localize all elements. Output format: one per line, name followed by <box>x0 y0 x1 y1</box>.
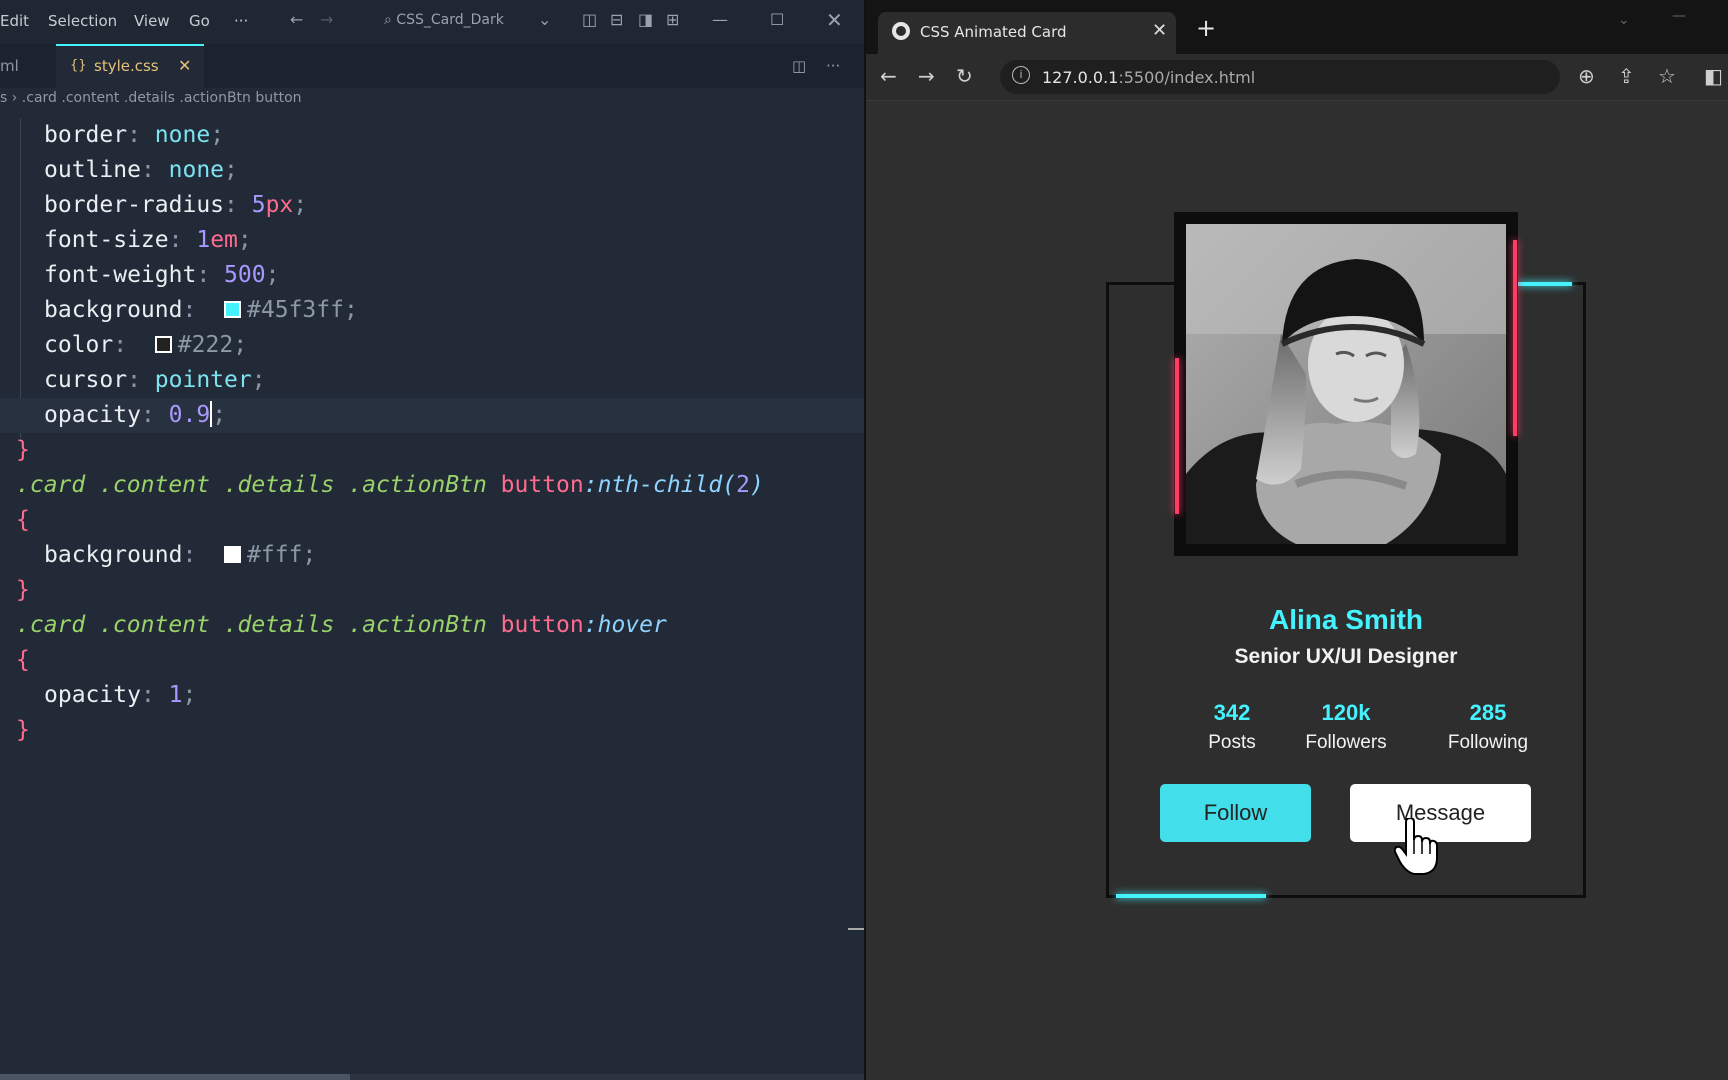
back-arrow-icon[interactable]: ← <box>290 10 303 29</box>
browser-window: CSS Animated Card ✕ + ⌄ — ← → ↻ i 127.0.… <box>864 0 1728 1080</box>
search-icon: ⌕ <box>384 12 392 28</box>
stat-value: 120k <box>1321 700 1371 725</box>
profile-role: Senior UX/UI Designer <box>1234 645 1458 668</box>
menu-edit[interactable]: Edit <box>0 12 29 30</box>
stat-label: Followers <box>1305 732 1387 753</box>
profile-photo <box>1186 224 1506 544</box>
code-line: border-radius: 5px; <box>44 192 308 218</box>
globe-icon <box>892 22 910 40</box>
minimize-icon[interactable]: — <box>712 10 728 29</box>
close-window-icon[interactable]: ✕ <box>826 8 843 32</box>
browser-tab-title: CSS Animated Card <box>920 23 1067 41</box>
stat-label: Following <box>1447 732 1529 753</box>
code-line: } <box>16 437 30 463</box>
breadcrumb[interactable]: s › .card .content .details .actionBtn b… <box>0 90 864 114</box>
toggle-sidebar-icon[interactable]: ◫ <box>582 10 597 29</box>
toggle-panel-icon[interactable]: ⊟ <box>610 10 623 29</box>
menu-selection[interactable]: Selection <box>48 12 117 30</box>
tab-style-css[interactable]: {} style.css ✕ <box>56 44 204 88</box>
close-tab-icon[interactable]: ✕ <box>178 46 191 86</box>
message-button[interactable]: Message <box>1350 784 1531 842</box>
star-icon[interactable]: ☆ <box>1658 64 1676 88</box>
code-area[interactable]: border: none; outline: none; border-radi… <box>0 118 864 758</box>
info-icon[interactable]: i <box>1012 66 1030 84</box>
code-line: font-size: 1em; <box>44 227 252 253</box>
code-line: { <box>16 647 30 673</box>
toggle-secondary-sidebar-icon[interactable]: ◨ <box>638 10 653 29</box>
code-line: .card .content .details .actionBtn butto… <box>16 472 764 498</box>
code-line: outline: none; <box>44 157 238 183</box>
menu-go[interactable]: Go <box>189 12 210 30</box>
profile-photo-illustration <box>1186 224 1506 544</box>
tab-style-css-label: style.css <box>94 57 159 75</box>
chevron-down-icon[interactable]: ⌄ <box>538 10 551 29</box>
forward-arrow-icon[interactable]: → <box>918 64 935 88</box>
code-line: background: #45f3ff; <box>44 297 358 323</box>
maximize-icon[interactable]: ☐ <box>770 10 784 29</box>
code-line: border: none; <box>44 122 225 148</box>
new-tab-icon[interactable]: + <box>1196 14 1216 42</box>
menu-more[interactable]: ··· <box>234 12 248 30</box>
forward-arrow-icon[interactable]: → <box>320 10 333 29</box>
breadcrumb-path: s › .card .content .details .actionBtn b… <box>0 90 302 106</box>
minimize-icon[interactable]: — <box>1672 8 1686 24</box>
menu-bar: Edit Selection View Go ··· ← → ⌕ CSS_Car… <box>0 0 864 44</box>
code-line: font-weight: 500; <box>44 262 280 288</box>
code-line: { <box>16 507 30 533</box>
zoom-icon[interactable]: ⊕ <box>1578 64 1595 88</box>
code-editor: Edit Selection View Go ··· ← → ⌕ CSS_Car… <box>0 0 864 1080</box>
sidebar-icon[interactable]: ◧ <box>1704 64 1723 88</box>
back-arrow-icon[interactable]: ← <box>880 64 897 88</box>
scrollbar-marker <box>848 928 864 930</box>
command-center[interactable]: ⌕ CSS_Card_Dark <box>384 12 504 28</box>
close-tab-icon[interactable]: ✕ <box>1152 20 1167 41</box>
hand-cursor-icon <box>1394 818 1438 875</box>
code-line: } <box>16 717 30 743</box>
card-glow-accent <box>1518 282 1572 286</box>
image-glow-accent <box>1513 240 1517 436</box>
address-bar[interactable]: i 127.0.0.1:5500/index.html <box>1000 60 1560 94</box>
css-file-icon: {} <box>70 58 87 73</box>
browser-tab[interactable]: CSS Animated Card ✕ <box>878 12 1176 54</box>
code-line: color: #222; <box>44 332 248 358</box>
tab-html[interactable]: ml <box>0 44 40 88</box>
card-glow-accent <box>1116 894 1266 898</box>
code-line: cursor: pointer; <box>44 367 266 393</box>
stat-value: 285 <box>1469 700 1507 725</box>
profile-name: Alina Smith <box>1268 604 1423 635</box>
more-actions-icon[interactable]: ··· <box>826 44 840 88</box>
tab-html-label: ml <box>0 57 19 75</box>
chevron-down-icon[interactable]: ⌄ <box>1618 12 1630 28</box>
image-glow-accent <box>1175 358 1179 514</box>
color-swatch[interactable] <box>224 546 242 563</box>
browser-tab-strip: CSS Animated Card ✕ + ⌄ — <box>866 0 1728 54</box>
url-text: 127.0.0.1:5500/index.html <box>1042 68 1256 87</box>
split-editor-icon[interactable]: ◫ <box>792 44 806 88</box>
share-icon[interactable]: ⇪ <box>1618 64 1635 88</box>
follow-button[interactable]: Follow <box>1160 784 1311 842</box>
stat-following: 285 Following <box>1418 700 1558 754</box>
code-line: } <box>16 577 30 603</box>
stat-followers: 120k Followers <box>1276 700 1416 754</box>
editor-tabs: ml {} style.css ✕ ◫ ··· <box>0 44 864 88</box>
color-swatch[interactable] <box>224 301 242 318</box>
menu-view[interactable]: View <box>134 12 170 30</box>
command-center-label: CSS_Card_Dark <box>396 12 504 28</box>
color-swatch[interactable] <box>154 336 172 353</box>
code-line: opacity: 1; <box>44 682 197 708</box>
customize-layout-icon[interactable]: ⊞ <box>666 10 679 29</box>
browser-toolbar: ← → ↻ i 127.0.0.1:5500/index.html ⊕ ⇪ ☆ … <box>866 54 1728 101</box>
code-line-current: opacity: 0.9; <box>0 398 864 433</box>
code-line: .card .content .details .actionBtn butto… <box>16 612 667 638</box>
horizontal-scrollbar-thumb[interactable] <box>0 1074 350 1080</box>
code-line: background: #fff; <box>44 542 317 568</box>
reload-icon[interactable]: ↻ <box>956 64 973 88</box>
